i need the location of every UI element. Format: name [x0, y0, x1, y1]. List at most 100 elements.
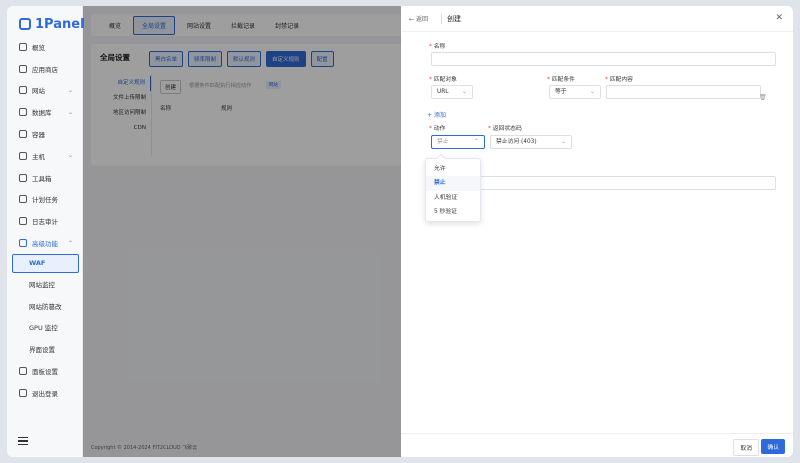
option-allow[interactable]: 允许	[426, 162, 480, 176]
divider	[441, 14, 442, 24]
action-label-text: 动作	[433, 126, 446, 132]
chevron-up-icon: ⌃	[67, 239, 73, 247]
sidebar-item-label: 日志审计	[32, 218, 58, 227]
sidebar-item-label: 容器	[32, 131, 45, 140]
close-icon[interactable]: ✕	[775, 13, 783, 23]
trash-icon[interactable]: 🗑	[759, 94, 767, 101]
match-condition-select[interactable]: 等于 ⌄	[549, 85, 601, 99]
sidebar-nav: 概览 应用商店 网站 ⌄ 数据库 ⌄ 容器 主机 ⌄ 工具箱 计划任务 日志审计 高级…	[7, 36, 83, 404]
action-select[interactable]: 禁止 ⌃	[431, 135, 485, 149]
sidebar-item-label: 高级功能	[32, 240, 58, 249]
sidebar-item-host[interactable]: 主机 ⌄	[7, 145, 83, 167]
action-placeholder: 禁止	[437, 139, 449, 145]
sidebar-item-website[interactable]: 网站 ⌄	[7, 80, 83, 102]
add-condition-button[interactable]: + 添加	[427, 110, 446, 119]
sidebar-item-cron[interactable]: 计划任务	[7, 189, 83, 211]
sidebar-item-overview[interactable]: 概览	[7, 36, 83, 58]
diamond-icon	[19, 239, 27, 248]
settings-icon	[19, 367, 27, 376]
sidebar-item-container[interactable]: 容器	[7, 123, 83, 145]
add-label: 添加	[433, 112, 446, 119]
sidebar-item-ui-settings[interactable]: 界面设置	[7, 338, 83, 360]
option-deny[interactable]: 禁止	[426, 176, 480, 191]
match-object-label-text: 匹配对象	[433, 77, 457, 83]
description-input[interactable]	[431, 176, 776, 190]
option-captcha[interactable]: 人机验证	[426, 191, 480, 205]
sidebar-item-logout[interactable]: 退出登录	[7, 382, 83, 404]
sidebar-item-tamper[interactable]: 网站防篡改	[7, 295, 83, 317]
chevron-up-icon: ⌃	[473, 138, 479, 145]
sidebar-item-label: GPU 监控	[29, 324, 58, 333]
status-code-select[interactable]: 禁止访问 (403) ⌄	[490, 135, 572, 149]
chevron-down-icon: ⌄	[67, 152, 73, 160]
sidebar-item-label: 网站监控	[29, 280, 55, 289]
sidebar-item-label: 面板设置	[32, 368, 58, 377]
sidebar-item-panel-settings[interactable]: 面板设置	[7, 360, 83, 382]
match-content-label-text: 匹配内容	[609, 77, 633, 83]
store-icon	[19, 64, 27, 73]
sidebar-item-database[interactable]: 数据库 ⌄	[7, 101, 83, 123]
drawer-title: 创建	[447, 15, 461, 23]
dropdown-arrow	[436, 153, 446, 163]
chevron-down-icon: ⌄	[67, 86, 73, 94]
sidebar-item-label: 工具箱	[32, 174, 52, 183]
match-condition-label-text: 匹配条件	[551, 77, 575, 83]
container-icon	[19, 130, 27, 139]
modal-overlay[interactable]	[83, 6, 401, 457]
chevron-down-icon: ⌄	[560, 138, 566, 145]
toolbox-icon	[19, 173, 27, 182]
sidebar: 1Panel 概览 应用商店 网站 ⌄ 数据库 ⌄ 容器 主机 ⌄ 工具箱 计划任务 …	[7, 6, 85, 457]
sidebar-item-app-store[interactable]: 应用商店	[7, 58, 83, 80]
match-content-input[interactable]	[606, 85, 761, 99]
chevron-down-icon: ⌄	[461, 88, 467, 95]
match-object-select[interactable]: URL ⌄	[431, 85, 473, 99]
drawer-footer: 取消 确认	[401, 433, 793, 457]
sidebar-item-toolbox[interactable]: 工具箱	[7, 167, 83, 189]
status-code-label: * 返回状态码	[488, 123, 522, 132]
cancel-button[interactable]: 取消	[733, 439, 759, 456]
name-input[interactable]	[431, 52, 776, 66]
match-object-label: * 匹配对象	[429, 74, 457, 83]
confirm-button[interactable]: 确认	[761, 439, 785, 454]
sidebar-item-label: 应用商店	[32, 65, 58, 74]
sidebar-item-label: 主机	[32, 152, 45, 161]
plus-icon: +	[427, 112, 434, 119]
action-label: * 动作	[429, 123, 445, 132]
drawer-header: ← 返回 创建 ✕	[401, 6, 793, 32]
sidebar-item-label: 计划任务	[32, 196, 58, 205]
status-code-label-text: 返回状态码	[492, 126, 522, 132]
log-icon	[19, 217, 27, 226]
home-icon	[19, 42, 27, 51]
sidebar-item-advanced[interactable]: 高级功能 ⌃	[7, 232, 83, 254]
logo[interactable]: 1Panel	[19, 12, 85, 36]
sidebar-item-logs[interactable]: 日志审计	[7, 210, 83, 232]
sidebar-item-label: 概览	[32, 43, 45, 52]
back-label: 返回	[415, 16, 428, 23]
create-drawer: ← 返回 创建 ✕ * 名称 * 匹配对象 URL ⌄ * 匹配条件 等于 ⌄ * …	[401, 6, 793, 457]
chevron-down-icon: ⌄	[589, 88, 595, 95]
sidebar-item-label: 退出登录	[32, 389, 58, 398]
back-button[interactable]: ← 返回	[409, 14, 428, 23]
chevron-down-icon: ⌄	[67, 108, 73, 116]
option-5s-verify[interactable]: 5 秒验证	[426, 205, 480, 219]
match-condition-value: 等于	[555, 89, 567, 95]
host-icon	[19, 151, 27, 160]
sidebar-item-label: 数据库	[32, 109, 52, 118]
sidebar-item-label: 网站防篡改	[29, 302, 62, 311]
match-condition-label: * 匹配条件	[547, 74, 575, 83]
match-content-label: * 匹配内容	[605, 74, 633, 83]
logo-text: 1Panel	[35, 16, 85, 32]
sidebar-item-waf[interactable]: WAF	[12, 253, 79, 273]
name-label: * 名称	[429, 41, 445, 50]
sidebar-item-gpu[interactable]: GPU 监控	[7, 317, 83, 339]
app-window: 1Panel 概览 应用商店 网站 ⌄ 数据库 ⌄ 容器 主机 ⌄ 工具箱 计划任务 …	[7, 6, 793, 457]
sidebar-item-site-monitor[interactable]: 网站监控	[7, 273, 83, 295]
status-code-value: 禁止访问 (403)	[496, 139, 537, 145]
sidebar-item-label: WAF	[29, 259, 46, 268]
logout-icon	[19, 388, 27, 397]
logo-icon	[19, 18, 31, 30]
menu-toggle-icon[interactable]	[18, 436, 28, 448]
match-object-value: URL	[437, 89, 449, 95]
clock-icon	[19, 195, 27, 204]
action-dropdown: 允许 禁止 人机验证 5 秒验证	[425, 153, 481, 222]
